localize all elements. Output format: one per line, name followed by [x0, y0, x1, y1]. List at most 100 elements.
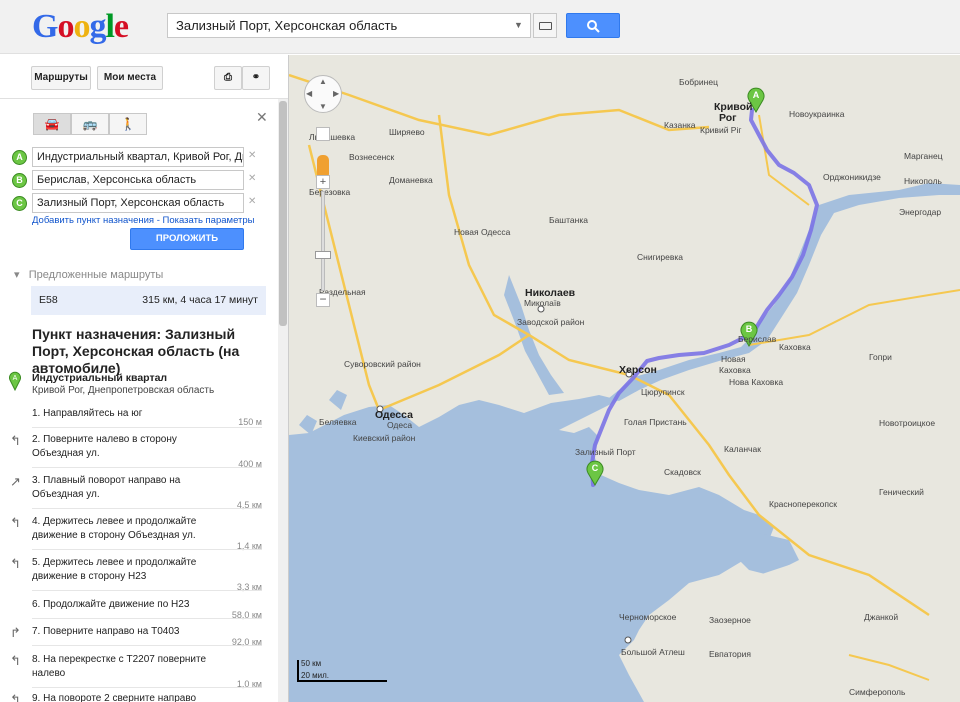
waypoint-a: A Индустриальный квартал, Кривой Рог, Дн…	[12, 147, 256, 167]
map-label: Энергодар	[899, 207, 941, 217]
directions-panel: Маршруты Мои места ⎙ ⚭ 🚘 🚌 🚶 ✕ A Индустр…	[0, 55, 289, 702]
map-label: Беляевка	[319, 417, 357, 427]
start-marker-letter: A	[13, 375, 18, 382]
map-label: Баштанка	[549, 215, 588, 225]
tab-my-places[interactable]: Мои места	[97, 66, 163, 90]
car-icon: 🚘	[44, 117, 60, 131]
search-button[interactable]	[566, 13, 620, 38]
scale-km: 50 км	[301, 659, 322, 668]
zoom-in-button[interactable]: +	[316, 175, 330, 189]
waypoint-a-input[interactable]: Индустриальный квартал, Кривой Рог, Днеп	[32, 147, 244, 167]
map-label: Джанкой	[864, 612, 898, 622]
link-icon[interactable]: ⚭	[242, 66, 270, 90]
dropdown-arrow-icon[interactable]: ▼	[514, 20, 523, 30]
walk-mode-button[interactable]: 🚶	[109, 113, 147, 135]
map-label: Каланчак	[724, 444, 761, 454]
pan-up-icon[interactable]: ▲	[319, 77, 327, 86]
start-address: Кривой Рог, Днепропетровская область	[32, 385, 215, 396]
map-label: Красноперекопск	[769, 499, 837, 509]
marker-c-letter: C	[592, 463, 599, 473]
google-logo[interactable]: Google	[32, 8, 129, 46]
pan-left-icon[interactable]: ◀	[306, 89, 312, 98]
map-label: Киевский район	[353, 433, 416, 443]
map-label: Рог	[719, 112, 737, 124]
route-step-text: 2. Поверните налево в сторону Объездная …	[32, 434, 177, 459]
print-icon[interactable]: ⎙	[214, 66, 242, 90]
turn-right-icon: ↱	[10, 625, 21, 640]
remove-waypoint-icon[interactable]: ✕	[248, 173, 256, 184]
waypoint-b-input[interactable]: Берислав, Херсонська область	[32, 170, 244, 190]
zoom-slider[interactable]	[321, 191, 325, 291]
map-label: Заводской район	[517, 317, 585, 327]
route-step-text: 8. На перекрестке с Т2207 поверните нале…	[32, 654, 207, 679]
map-label: Суворовский район	[344, 359, 421, 369]
suggested-routes-heading[interactable]: ▾ Предложенные маршруты	[14, 268, 163, 281]
map-label: Бобринец	[679, 77, 718, 87]
marker-b-letter: B	[746, 324, 753, 334]
scrollbar-thumb[interactable]	[279, 101, 287, 326]
divider	[32, 590, 262, 591]
top-bar: Google Зализный Порт, Херсонская область…	[0, 0, 960, 54]
zoom-out-button[interactable]: −	[316, 293, 330, 307]
bus-icon: 🚌	[82, 117, 98, 131]
map-label: Орджоникидзе	[823, 172, 881, 182]
pan-right-icon[interactable]: ▶	[333, 89, 339, 98]
suggested-routes-label: Предложенные маршруты	[28, 269, 164, 281]
map-label: Генический	[879, 487, 924, 497]
add-destination-link[interactable]: Добавить пункт назначения	[32, 215, 154, 226]
route-step-text: 7. Поверните направо на Т0403	[32, 626, 180, 637]
divider	[32, 618, 262, 619]
map-label: Черноморское	[619, 612, 677, 622]
route-step-distance: 150 м	[238, 417, 262, 427]
map-label: Каховка	[719, 365, 751, 375]
show-options-link[interactable]: Показать параметры	[163, 215, 255, 226]
map-label: Скадовск	[664, 467, 701, 477]
waypoint-c-input[interactable]: Зализный Порт, Херсонская область	[32, 193, 244, 213]
route-step-text: 6. Продолжайте движение по Н23	[32, 599, 190, 610]
pan-down-icon[interactable]: ▼	[319, 102, 327, 111]
map-label: Симферополь	[849, 687, 906, 697]
route-name: E58	[39, 294, 58, 306]
map-label: Берислав	[738, 334, 777, 344]
remove-waypoint-icon[interactable]: ✕	[248, 150, 256, 161]
marker-a-icon: A	[12, 150, 27, 165]
map-label: Новая Одесса	[454, 227, 511, 237]
keyboard-icon[interactable]	[533, 13, 557, 38]
waypoint-links: Добавить пункт назначения - Показать пар…	[32, 215, 255, 226]
route-step-text: 1. Направляйтесь на юг	[32, 408, 143, 419]
map-label: Одеса	[387, 420, 412, 430]
map-label: Херсон	[619, 364, 657, 376]
map-label: Новотроицкое	[879, 418, 935, 428]
map-label: Нова Каховка	[729, 377, 783, 387]
city-dot-atlesh	[624, 636, 632, 644]
extend-route-button[interactable]: ПРОЛОЖИТЬ МАРШРУТ	[130, 228, 244, 264]
divider	[32, 687, 262, 688]
slight-right-icon: ↗	[10, 474, 21, 489]
pan-control[interactable]: ▲ ◀ ▶ ▼	[304, 75, 342, 113]
waypoint-b: B Берислав, Херсонська область ✕	[12, 170, 256, 190]
location-button[interactable]	[316, 127, 330, 141]
start-name: Индустриальный квартал	[32, 372, 168, 384]
map-label: Зализный Порт	[575, 447, 636, 457]
transit-mode-button[interactable]: 🚌	[71, 113, 109, 135]
scale-mi: 20 мил.	[301, 671, 329, 680]
map-label: Вознесенск	[349, 152, 395, 162]
divider	[32, 467, 262, 468]
map-label: Цюрупинск	[641, 387, 685, 397]
route-option[interactable]: E58 315 км, 4 часа 17 минут	[31, 286, 266, 315]
zoom-slider-thumb[interactable]	[315, 251, 331, 259]
close-icon[interactable]: ✕	[256, 109, 268, 126]
walk-icon: 🚶	[120, 117, 136, 131]
divider	[0, 98, 288, 99]
search-input[interactable]: Зализный Порт, Херсонская область	[167, 13, 531, 38]
map-label: Новая	[721, 354, 746, 364]
map-view[interactable]: A B C Кривой Рог Кривий Ріг Николаев Миколаї…	[289, 55, 960, 702]
waypoint-c: C Зализный Порт, Херсонская область ✕	[12, 193, 256, 213]
marker-b-icon: B	[12, 173, 27, 188]
map-label: Голая Пристань	[624, 417, 687, 427]
divider	[32, 508, 262, 509]
tab-routes[interactable]: Маршруты	[31, 66, 91, 90]
remove-waypoint-icon[interactable]: ✕	[248, 196, 256, 207]
collapse-triangle-icon: ▾	[14, 269, 20, 281]
car-mode-button[interactable]: 🚘	[33, 113, 71, 135]
